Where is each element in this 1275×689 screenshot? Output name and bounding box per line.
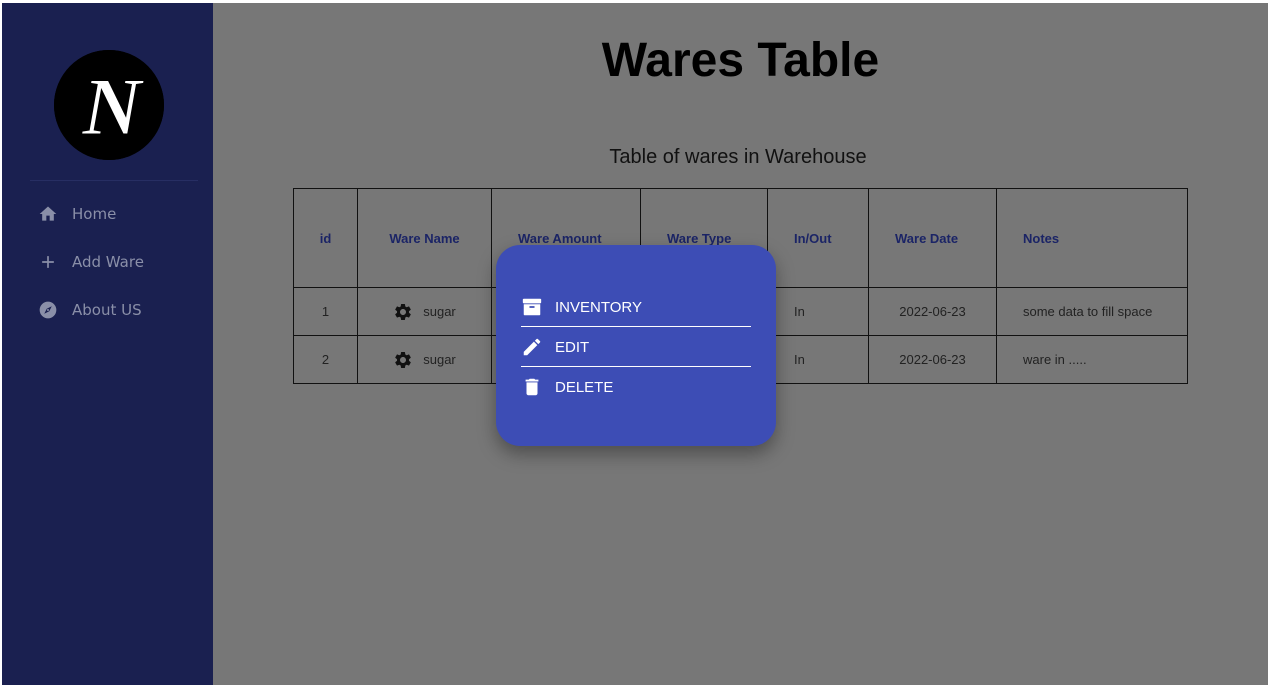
sidebar-item-about-us[interactable]: About US bbox=[38, 298, 142, 322]
column-header-in-out[interactable]: In/Out bbox=[767, 188, 869, 288]
column-header-ware-date[interactable]: Ware Date bbox=[868, 188, 997, 288]
gear-icon[interactable] bbox=[393, 350, 413, 370]
menu-item-label: EDIT bbox=[555, 338, 590, 356]
cell-ware-name: sugar bbox=[357, 287, 492, 336]
sidebar-item-label: Home bbox=[72, 205, 117, 223]
ware-name-text: sugar bbox=[423, 352, 456, 367]
page-title: Wares Table bbox=[601, 34, 880, 87]
sidebar-item-label: About US bbox=[72, 301, 142, 319]
menu-item-edit[interactable]: EDIT bbox=[521, 327, 751, 367]
column-header-id[interactable]: id bbox=[293, 188, 358, 288]
compass-icon bbox=[38, 300, 58, 320]
table-caption: Table of wares in Warehouse bbox=[609, 146, 867, 168]
cell-in-out: In bbox=[767, 287, 869, 336]
menu-item-delete[interactable]: DELETE bbox=[521, 367, 751, 407]
cell-ware-name: sugar bbox=[357, 335, 492, 384]
menu-item-inventory[interactable]: INVENTORY bbox=[521, 287, 751, 327]
plus-icon bbox=[38, 252, 58, 272]
home-icon bbox=[38, 204, 58, 224]
sidebar-divider bbox=[30, 180, 198, 181]
context-menu: INVENTORY EDIT DELETE bbox=[496, 245, 776, 446]
menu-item-label: INVENTORY bbox=[555, 298, 642, 316]
ware-name-text: sugar bbox=[423, 304, 456, 319]
logo[interactable]: N bbox=[54, 50, 164, 160]
sidebar-item-label: Add Ware bbox=[72, 253, 144, 271]
logo-icon: N bbox=[54, 50, 164, 160]
cell-id: 2 bbox=[293, 335, 358, 384]
gear-icon[interactable] bbox=[393, 302, 413, 322]
menu-item-label: DELETE bbox=[555, 378, 614, 396]
cell-notes: some data to fill space bbox=[996, 287, 1188, 336]
cell-ware-date: 2022-06-23 bbox=[868, 287, 997, 336]
sidebar-item-add-ware[interactable]: Add Ware bbox=[38, 250, 144, 274]
trash-icon bbox=[521, 376, 543, 398]
archive-icon bbox=[521, 296, 543, 318]
pencil-icon bbox=[521, 336, 543, 358]
app-window: N Home Add Ware About US Wares Table Tab… bbox=[2, 3, 1268, 685]
cell-notes: ware in ..... bbox=[996, 335, 1188, 384]
cell-in-out: In bbox=[767, 335, 869, 384]
sidebar: N Home Add Ware About US bbox=[2, 3, 213, 685]
cell-id: 1 bbox=[293, 287, 358, 336]
sidebar-item-home[interactable]: Home bbox=[38, 202, 116, 226]
column-header-notes[interactable]: Notes bbox=[996, 188, 1188, 288]
cell-ware-date: 2022-06-23 bbox=[868, 335, 997, 384]
column-header-ware-name[interactable]: Ware Name bbox=[357, 188, 492, 288]
svg-text:N: N bbox=[81, 61, 144, 152]
